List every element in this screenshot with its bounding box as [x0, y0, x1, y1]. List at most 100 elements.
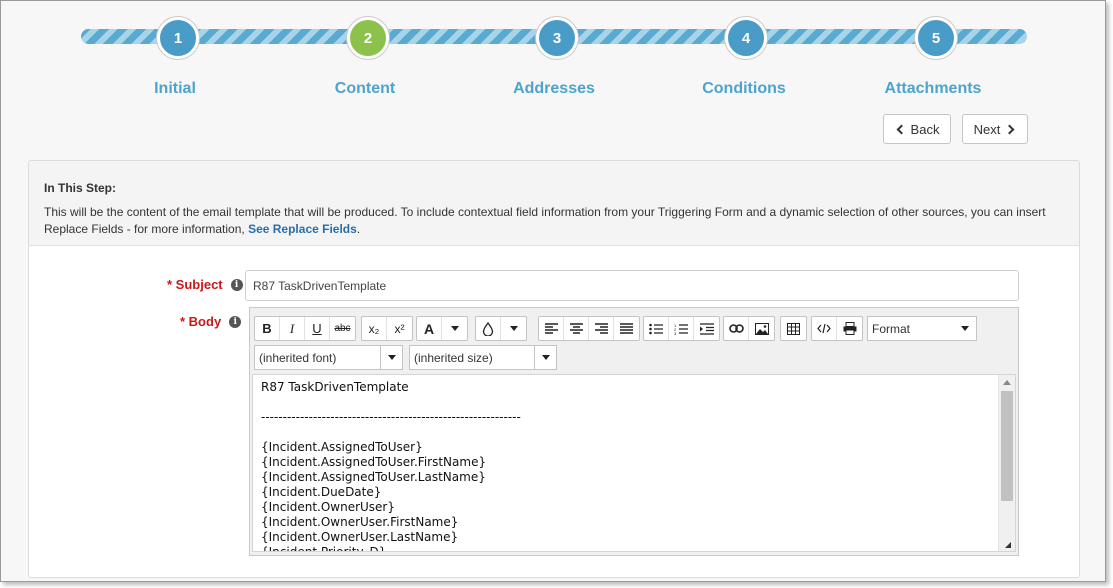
indent-button[interactable] [694, 317, 719, 340]
image-button[interactable] [749, 317, 774, 340]
align-justify-icon [620, 323, 633, 334]
wizard-step-2-label[interactable]: Content [285, 80, 445, 98]
rich-text-editor: B I U abc x₂ x² A 1 2 3 Format (inherite… [249, 307, 1019, 556]
wizard-step-5-circle[interactable]: 5 [915, 17, 957, 59]
scroll-up-icon[interactable] [1003, 380, 1011, 385]
chevron-left-icon [896, 124, 906, 134]
info-icon[interactable]: i [230, 278, 243, 291]
table-group [780, 316, 807, 341]
align-justify-button[interactable] [614, 317, 639, 340]
superscript-button[interactable]: x² [387, 317, 412, 340]
format-dropdown[interactable]: Format [867, 316, 977, 341]
body-label: * Body [180, 314, 222, 329]
link-button[interactable] [724, 317, 749, 340]
image-icon [754, 322, 769, 335]
next-button-label: Next [973, 121, 1001, 137]
chevron-down-icon [509, 326, 518, 331]
font-size-value: (inherited size) [414, 350, 493, 365]
align-left-button[interactable] [539, 317, 564, 340]
chevron-down-icon [534, 346, 556, 369]
align-center-icon [569, 323, 583, 334]
indent-icon [699, 322, 714, 335]
link-icon [728, 324, 744, 333]
body-text-line: {Incident.Priority_D} [261, 545, 387, 552]
wizard-step-5-label[interactable]: Attachments [853, 80, 1013, 98]
font-family-dropdown[interactable]: (inherited font) [254, 345, 403, 370]
align-right-icon [594, 323, 608, 334]
align-left-icon [544, 323, 558, 334]
content-panel: In This Step: This will be the content o… [28, 160, 1080, 578]
align-right-button[interactable] [589, 317, 614, 340]
chevron-down-icon [954, 317, 976, 340]
strikethrough-button[interactable]: abc [330, 317, 355, 340]
body-text-line [261, 425, 1015, 440]
info-heading: In This Step: [44, 181, 116, 195]
resize-handle-icon[interactable] [1005, 542, 1011, 548]
wizard-step-3-circle[interactable]: 3 [536, 17, 578, 59]
body-text-line: {Incident.OwnerUser} [261, 500, 396, 514]
droplet-icon [482, 321, 494, 336]
info-text-block: This will be the content of the email te… [44, 204, 1064, 238]
back-button[interactable]: Back [883, 114, 951, 144]
body-text-line: R87 TaskDrivenTemplate [261, 380, 409, 394]
next-button[interactable]: Next [962, 114, 1028, 144]
font-size-dropdown[interactable]: (inherited size) [409, 345, 557, 370]
subject-label-row: * Subject i [167, 277, 243, 292]
editor-scrollbar[interactable] [998, 375, 1015, 551]
body-text-line: {Incident.AssignedToUser.FirstName} [261, 455, 487, 469]
info-trailing: . [356, 222, 361, 236]
info-text: This will be the content of the email te… [44, 205, 1046, 236]
window-frame: 1 2 3 4 5 Initial Content Addresses Cond… [0, 0, 1106, 582]
italic-button[interactable]: I [280, 317, 305, 340]
print-button[interactable] [837, 317, 862, 340]
html-source-button[interactable] [812, 317, 837, 340]
body-editor-content[interactable]: R87 TaskDrivenTemplate ------------------… [252, 374, 1016, 552]
body-text-line [261, 395, 1015, 410]
wizard-step-1-circle[interactable]: 1 [157, 17, 199, 59]
info-box: In This Step: This will be the content o… [29, 161, 1079, 246]
chevron-right-icon [1004, 124, 1015, 134]
body-text-line: {Incident.AssignedToUser.LastName} [261, 470, 486, 484]
wizard-step-3-label[interactable]: Addresses [474, 80, 634, 98]
font-color-group: A [416, 316, 468, 341]
align-center-button[interactable] [564, 317, 589, 340]
font-family-value: (inherited font) [259, 350, 337, 365]
background-color-group [475, 316, 527, 341]
bullet-list-icon [649, 323, 663, 334]
underline-button[interactable]: U [305, 317, 330, 340]
subject-input[interactable]: R87 TaskDrivenTemplate [245, 270, 1019, 301]
info-icon[interactable]: i [229, 315, 242, 328]
print-icon [843, 322, 856, 335]
insert-group [723, 316, 775, 341]
font-color-dropdown[interactable] [442, 317, 467, 340]
table-icon [787, 322, 800, 335]
svg-text:3: 3 [674, 331, 677, 335]
format-dropdown-value: Format [872, 321, 911, 336]
bullet-list-button[interactable] [644, 317, 669, 340]
numbered-list-icon: 123 [674, 323, 688, 335]
text-style-group: B I U abc [254, 316, 356, 341]
body-text-lines: R87 TaskDrivenTemplate ------------------… [261, 380, 1015, 552]
chevron-down-icon [380, 346, 402, 369]
wizard-step-1-label[interactable]: Initial [95, 80, 255, 98]
body-text-line: {Incident.AssignedToUser} [261, 440, 423, 454]
replace-fields-link[interactable]: See Replace Fields [248, 222, 357, 236]
scrollbar-thumb[interactable] [1001, 391, 1013, 501]
wizard-step-4-label[interactable]: Conditions [664, 80, 824, 98]
wizard-step-4-circle[interactable]: 4 [725, 17, 767, 59]
code-icon [817, 323, 831, 334]
body-text-line: {Incident.DueDate} [261, 485, 382, 499]
font-color-button[interactable]: A [417, 317, 442, 340]
source-print-group [811, 316, 863, 341]
numbered-list-button[interactable]: 123 [669, 317, 694, 340]
background-color-dropdown[interactable] [501, 317, 526, 340]
background-color-button[interactable] [476, 317, 501, 340]
wizard-step-2-circle[interactable]: 2 [347, 17, 389, 59]
table-button[interactable] [781, 317, 806, 340]
alignment-group [538, 316, 640, 341]
bold-button[interactable]: B [255, 317, 280, 340]
subscript-button[interactable]: x₂ [362, 317, 387, 340]
chevron-down-icon [450, 326, 459, 331]
body-text-line: {Incident.OwnerUser.FirstName} [261, 515, 459, 529]
back-button-label: Back [910, 121, 940, 137]
